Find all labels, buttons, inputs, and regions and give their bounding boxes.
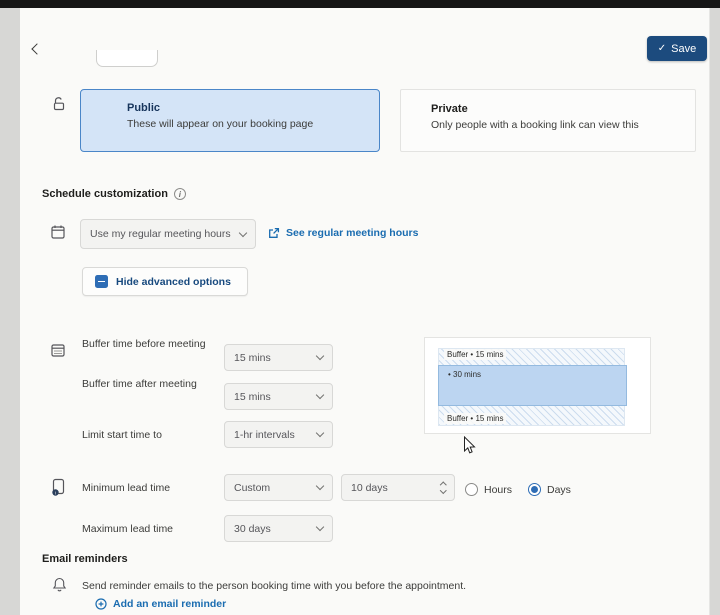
buffer-after-dropdown[interactable]: 15 mins [224,383,333,410]
min-lead-label: Minimum lead time [82,482,171,494]
unit-option-hours[interactable]: Hours [465,483,512,496]
save-button[interactable]: ✓ Save [647,36,707,61]
add-email-reminder-link[interactable]: Add an email reminder [95,598,226,610]
chevron-down-icon [238,228,248,237]
meeting-hours-dropdown[interactable]: Use my regular meeting hours [80,219,256,249]
video-letterbox [0,0,720,8]
schedule-customization-heading: Schedule customization i [42,188,186,200]
public-title: Public [127,102,161,114]
spinner-down-icon[interactable] [439,487,446,494]
limit-start-dropdown[interactable]: 1-hr intervals [224,421,333,448]
chevron-down-icon [315,522,325,532]
hide-advanced-options-label: Hide advanced options [116,275,231,288]
buffer-before-label: Buffer time before meeting [82,338,206,350]
email-reminders-description: Send reminder emails to the person booki… [82,580,467,592]
private-title: Private [431,103,468,115]
see-regular-hours-link[interactable]: See regular meeting hours [268,227,418,239]
max-lead-label: Maximum lead time [82,523,174,535]
mouse-cursor [463,435,476,460]
buffer-bottom-label: Buffer • 15 mins [444,413,507,424]
visibility-option-public[interactable]: Public These will appear on your booking… [80,89,380,152]
limit-start-value: 1-hr intervals [234,428,295,441]
spinner-arrows [439,481,446,494]
visibility-option-private[interactable]: Private Only people with a booking link … [400,89,696,152]
hours-label: Hours [484,483,513,496]
chevron-left-icon [31,43,43,55]
buffer-diagram: Buffer • 15 mins • 30 mins Buffer • 15 m… [424,337,651,434]
svg-text:i: i [55,490,56,495]
chevron-down-icon [315,390,325,400]
unit-option-days[interactable]: Days [528,483,571,496]
radio-selected-icon [528,483,541,496]
plus-circle-icon [95,598,107,610]
limit-start-label: Limit start time to [82,429,162,441]
info-icon[interactable]: i [173,188,186,200]
schedule-customization-title: Schedule customization [42,188,168,200]
buffer-after-value: 15 mins [234,390,271,403]
buffer-after-label: Buffer time after meeting [82,378,197,390]
buffer-top-label: Buffer • 15 mins [444,349,507,360]
back-button[interactable] [26,38,48,60]
buffer-before-dropdown[interactable]: 15 mins [224,344,333,371]
min-lead-type-dropdown[interactable]: Custom [224,474,333,501]
public-description: These will appear on your booking page [127,118,314,130]
email-reminders-heading: Email reminders [42,553,128,565]
chevron-down-icon [315,481,325,491]
see-regular-hours-label: See regular meeting hours [286,227,419,239]
hide-advanced-options-button[interactable]: Hide advanced options [82,267,248,296]
calendar-icon [50,224,66,245]
private-description: Only people with a booking link can view… [431,119,639,131]
email-reminders-title: Email reminders [42,553,128,565]
add-email-reminder-label: Add an email reminder [113,598,227,610]
buffer-calendar-icon [50,342,66,363]
save-button-label: Save [671,42,697,55]
days-label: Days [547,483,571,496]
bell-icon [52,577,67,598]
unlock-icon [51,96,67,117]
chevron-down-icon [315,428,325,438]
buffer-hatch-area: Buffer • 15 mins • 30 mins Buffer • 15 m… [438,348,627,426]
meeting-duration-label: • 30 mins [448,370,482,379]
buffer-before-value: 15 mins [234,351,271,364]
check-icon: ✓ [657,42,667,54]
meeting-hours-value: Use my regular meeting hours [90,228,231,240]
min-lead-type-value: Custom [234,481,271,494]
radio-unselected-icon [465,483,478,496]
max-lead-value: 30 days [234,522,271,535]
cropped-control[interactable] [96,50,158,67]
collapse-minus-icon [95,275,108,288]
meeting-block: • 30 mins [438,365,627,406]
min-lead-value-spinner[interactable]: 10 days [341,474,455,501]
external-link-icon [269,227,280,238]
min-lead-value: 10 days [351,481,388,494]
chevron-down-icon [315,351,325,361]
max-lead-dropdown[interactable]: 30 days [224,515,333,542]
device-lead-time-icon: i [51,478,66,501]
